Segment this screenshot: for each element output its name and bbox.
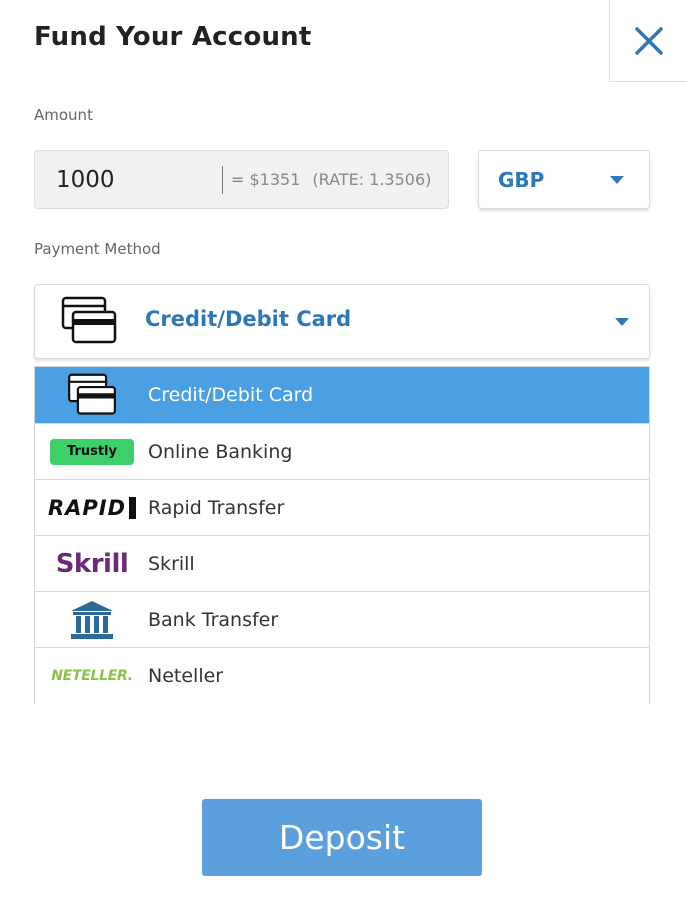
skrill-logo-text: Skrill: [55, 548, 129, 579]
deposit-button[interactable]: Deposit: [202, 799, 482, 876]
payment-method-select[interactable]: Credit/Debit Card: [34, 284, 650, 359]
payment-method-dropdown: Credit/Debit Card Trustly Online Banking…: [34, 366, 650, 704]
rapid-logo-mark: [129, 496, 137, 519]
chevron-down-icon: [610, 175, 624, 184]
payment-option-neteller[interactable]: NETELLER. Neteller: [35, 648, 649, 704]
exchange-rate: (RATE: 1.3506): [312, 170, 432, 189]
payment-option-skrill[interactable]: Skrill Skrill: [35, 536, 649, 592]
rapid-logo-text: RAPID: [47, 495, 127, 520]
payment-option-label: Rapid Transfer: [148, 496, 285, 519]
payment-option-label: Credit/Debit Card: [148, 384, 314, 406]
amount-label: Amount: [34, 106, 93, 124]
payment-option-rapid-transfer[interactable]: RAPID Rapid Transfer: [35, 480, 649, 536]
payment-option-bank-transfer[interactable]: Bank Transfer: [35, 592, 649, 648]
trustly-badge: Trustly: [50, 438, 134, 465]
deposit-button-label: Deposit: [278, 818, 406, 857]
amount-divider: [222, 165, 223, 194]
payment-option-online-banking[interactable]: Trustly Online Banking: [35, 424, 649, 480]
close-icon[interactable]: [634, 26, 664, 56]
amount-conversion: = $1351 (RATE: 1.3506): [231, 170, 431, 189]
payment-option-label: Online Banking: [148, 440, 293, 463]
bank-icon: [49, 598, 135, 642]
rapid-transfer-logo: RAPID: [47, 486, 137, 530]
amount-input[interactable]: 1000 = $1351 (RATE: 1.3506): [34, 150, 449, 209]
page-title: Fund Your Account: [34, 22, 312, 52]
skrill-logo: Skrill: [49, 542, 135, 586]
payment-option-credit-card[interactable]: Credit/Debit Card: [35, 367, 649, 424]
payment-method-label: Payment Method: [34, 240, 161, 258]
credit-card-icon: [49, 373, 135, 417]
payment-option-label: Neteller: [148, 665, 224, 687]
neteller-logo-text: NETELLER.: [51, 668, 133, 684]
neteller-logo: NETELLER.: [49, 654, 135, 698]
payment-method-value: Credit/Debit Card: [145, 307, 352, 331]
chevron-down-icon: [615, 318, 629, 326]
trustly-logo: Trustly: [49, 430, 135, 474]
payment-option-label: Bank Transfer: [148, 608, 279, 631]
currency-value: GBP: [498, 167, 545, 192]
credit-card-icon: [61, 296, 117, 350]
currency-select[interactable]: GBP: [478, 150, 650, 209]
converted-amount: = $1351: [231, 170, 301, 189]
close-button[interactable]: [609, 0, 687, 82]
amount-value[interactable]: 1000: [56, 167, 222, 193]
payment-option-label: Skrill: [148, 552, 195, 575]
